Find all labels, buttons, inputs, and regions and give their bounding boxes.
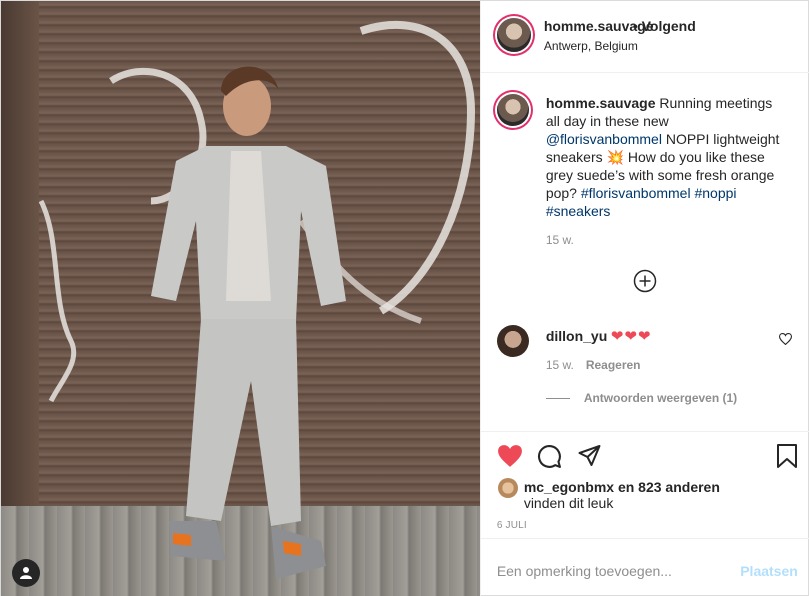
comment-like-button[interactable] bbox=[778, 333, 793, 348]
caption-hashtag[interactable]: #florisvanbommel bbox=[581, 185, 691, 201]
view-replies-label: Antwoorden weergeven (1) bbox=[583, 391, 738, 405]
comment-age[interactable]: 15 w. bbox=[546, 358, 574, 372]
caption-hashtag[interactable]: #noppi bbox=[694, 185, 736, 201]
likes-count[interactable]: en 823 anderen bbox=[618, 479, 720, 495]
heart-icon bbox=[497, 445, 522, 467]
load-more-comments-button[interactable] bbox=[633, 269, 657, 293]
commenter-avatar[interactable] bbox=[496, 325, 529, 357]
reply-button[interactable]: Reageren bbox=[586, 358, 641, 372]
photo-illustration bbox=[38, 20, 476, 579]
post-date[interactable]: 6 JULI bbox=[497, 520, 527, 531]
post-location[interactable]: Antwerp, Belgium bbox=[544, 39, 638, 53]
tagged-user-button[interactable] bbox=[12, 559, 40, 587]
caption-age[interactable]: 15 w. bbox=[546, 233, 574, 247]
bookmark-icon bbox=[776, 444, 797, 468]
caption-username[interactable]: homme.sauvage bbox=[546, 95, 656, 111]
follow-status[interactable]: • Volgend bbox=[633, 18, 696, 34]
heart-outline-icon bbox=[778, 333, 793, 346]
comment: dillon_yu ❤❤❤ bbox=[546, 327, 652, 345]
comment-username[interactable]: dillon_yu bbox=[546, 328, 607, 344]
instagram-post: homme.sauvage • Volgend Antwerp, Belgium… bbox=[0, 0, 809, 596]
post-photo[interactable] bbox=[1, 1, 480, 596]
post-caption: homme.sauvage Running meetings all day i… bbox=[546, 94, 786, 220]
author-avatar[interactable] bbox=[496, 18, 531, 52]
view-replies-button[interactable]: Antwoorden weergeven (1) bbox=[545, 391, 738, 405]
like-button[interactable] bbox=[497, 444, 523, 471]
liker-avatar[interactable] bbox=[497, 478, 518, 498]
post-side-panel: homme.sauvage • Volgend Antwerp, Belgium… bbox=[479, 1, 809, 596]
share-icon bbox=[578, 445, 601, 466]
replies-line bbox=[545, 398, 570, 400]
comment-icon bbox=[537, 445, 561, 468]
comment-text: ❤❤❤ bbox=[610, 328, 652, 345]
comment-button[interactable] bbox=[537, 444, 562, 472]
caption-mention[interactable]: @florisvanbommel bbox=[546, 131, 662, 147]
caption-hashtag[interactable]: #sneakers bbox=[546, 203, 611, 219]
add-comment-bar: Een opmerking toevoegen... Plaatsen bbox=[480, 538, 809, 596]
user-icon bbox=[20, 567, 32, 579]
save-button[interactable] bbox=[776, 444, 798, 472]
comment-input[interactable]: Een opmerking toevoegen... bbox=[497, 563, 672, 579]
likes-line-2: vinden dit leuk bbox=[523, 495, 614, 511]
post-comment-button[interactable]: Plaatsen bbox=[740, 563, 798, 579]
share-button[interactable] bbox=[577, 444, 602, 471]
likes-summary: mc_egonbmx en 823 anderen vinden dit leu… bbox=[524, 479, 720, 511]
liker-username[interactable]: mc_egonbmx bbox=[524, 479, 614, 495]
plus-circle-icon bbox=[633, 269, 657, 293]
caption-avatar[interactable] bbox=[496, 94, 529, 126]
post-header: homme.sauvage • Volgend Antwerp, Belgium bbox=[480, 1, 809, 73]
